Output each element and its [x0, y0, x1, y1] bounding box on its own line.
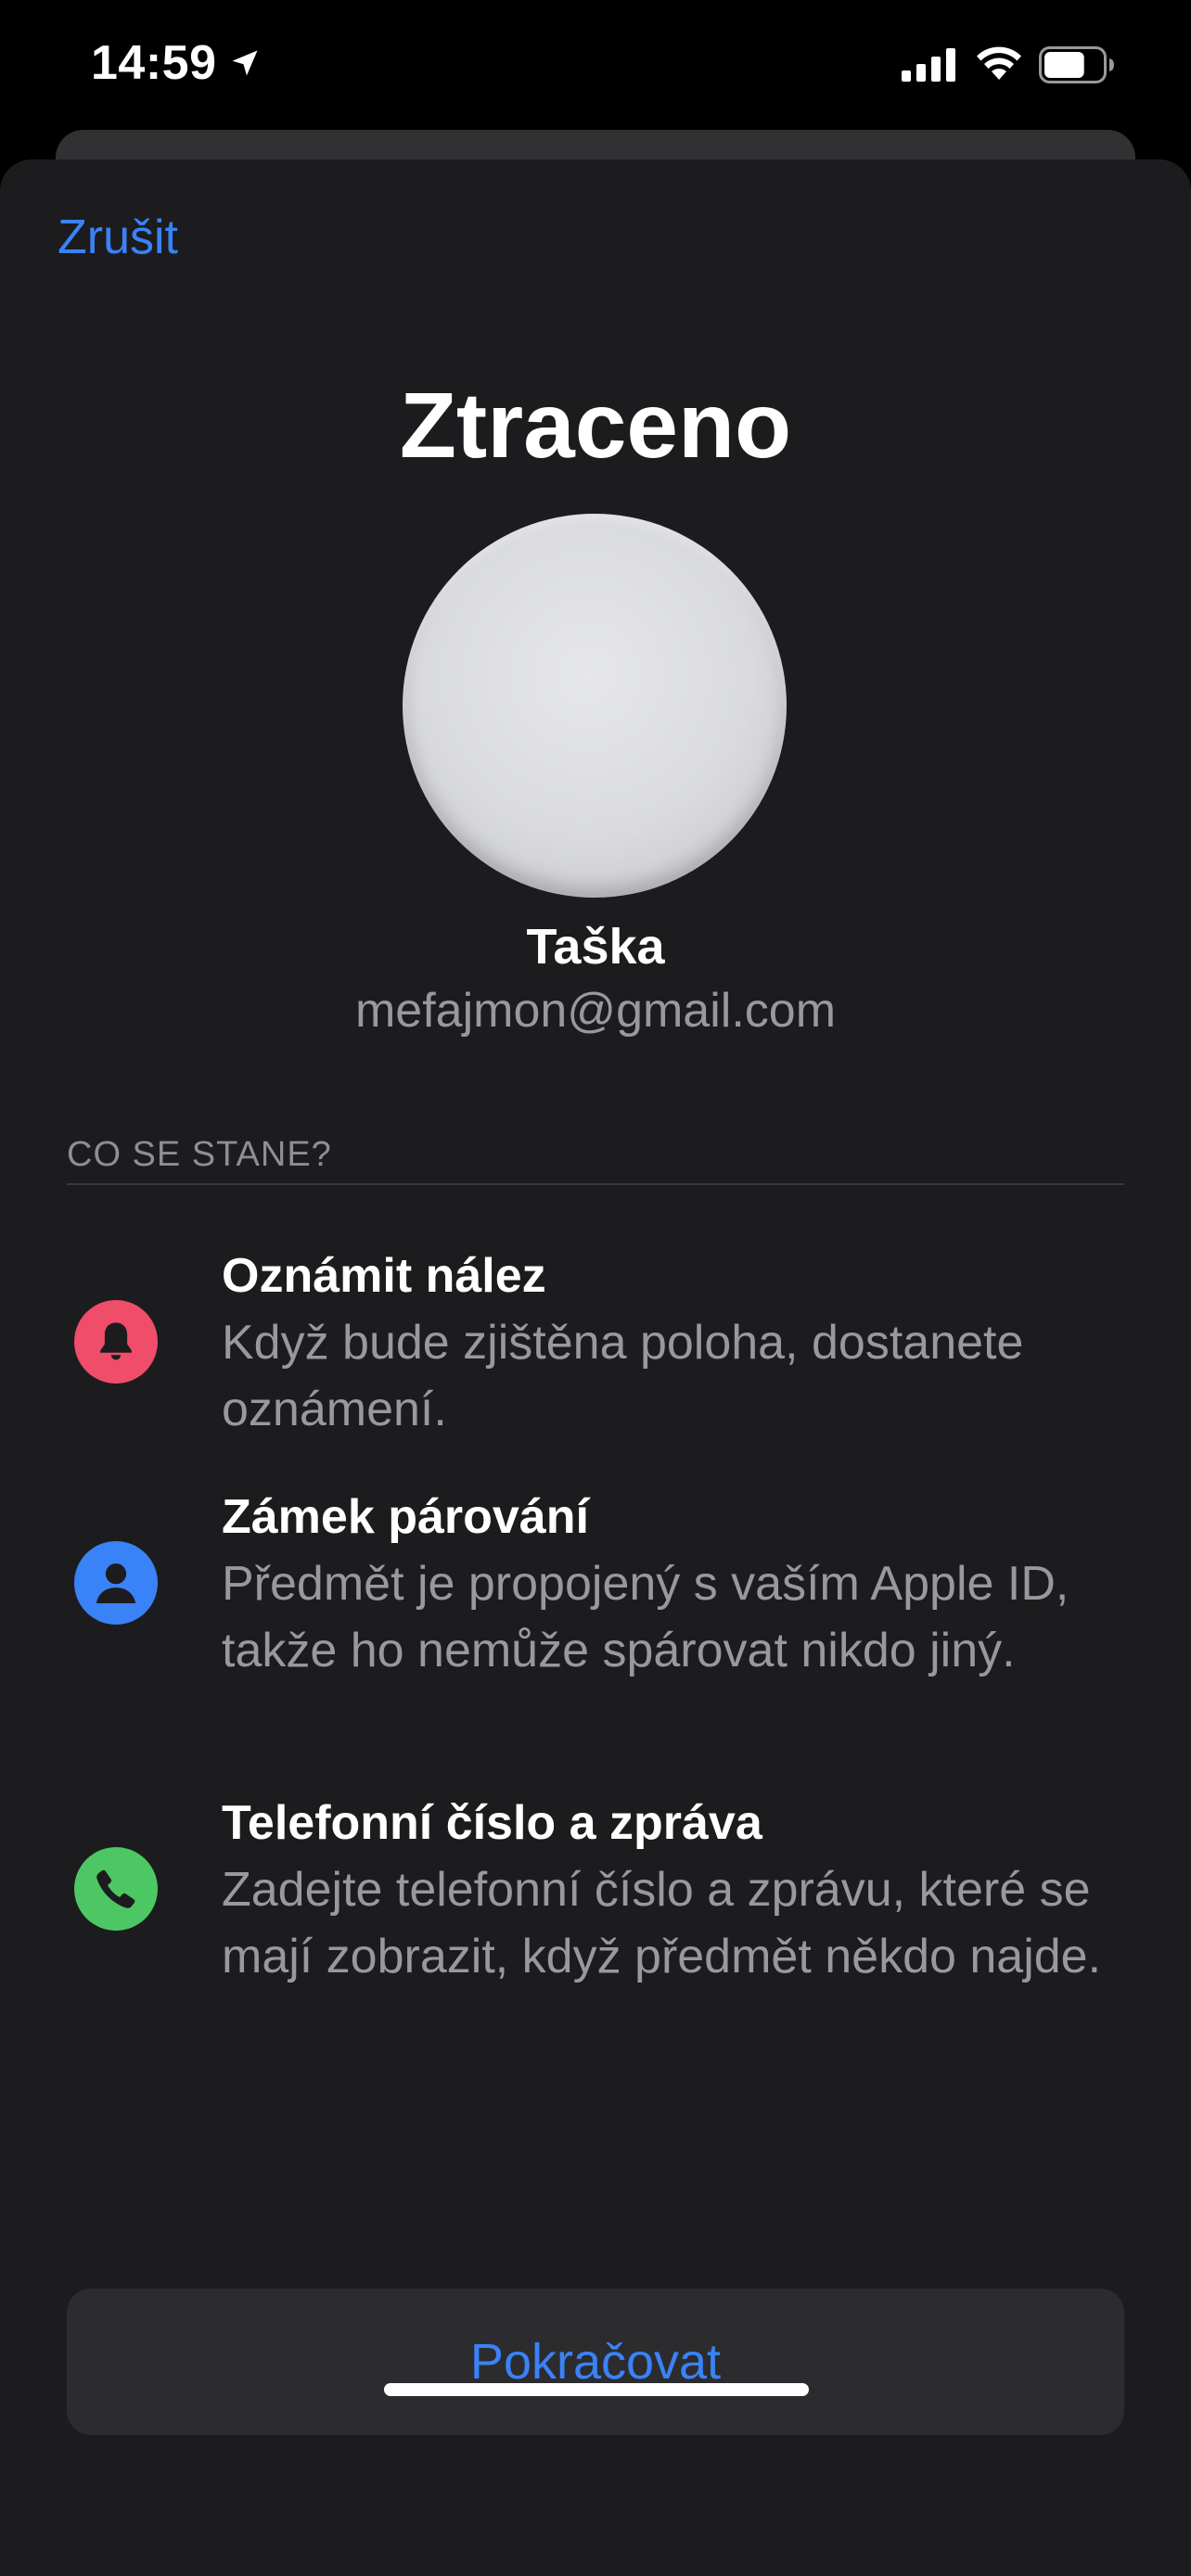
wifi-icon [977, 46, 1021, 80]
home-indicator [384, 2383, 809, 2396]
feature-icon-circle [74, 1847, 158, 1931]
feature-description: Zadejte telefonní číslo a zprávu, které … [222, 1863, 1102, 1983]
section-header: CO SE STANE? [67, 1135, 332, 1174]
cellular-signal-icon [902, 48, 955, 82]
status-bar: 14:59 [0, 0, 1191, 130]
item-name: Taška [526, 919, 665, 975]
page-title: Ztraceno [399, 374, 792, 478]
battery-icon [1039, 46, 1114, 83]
screen: 14:59 Zrušit Ztraceno Taška mefajmon@gma… [0, 0, 1191, 2576]
feature-title: Oznámit nález [222, 1249, 546, 1303]
airtag-image [403, 514, 787, 898]
continue-button[interactable]: Pokračovat [67, 2289, 1124, 2435]
status-time: 14:59 [91, 36, 217, 90]
feature-description: Předmět je propojený s vaším Apple ID, t… [222, 1557, 1069, 1677]
person-icon [96, 1563, 136, 1603]
feature-icon-circle [74, 1300, 158, 1384]
cancel-button[interactable]: Zrušit [58, 210, 178, 265]
bell-icon [100, 1322, 132, 1360]
item-email: mefajmon@gmail.com [354, 984, 837, 1038]
feature-title: Zámek párování [222, 1490, 589, 1544]
divider [67, 1183, 1124, 1185]
feature-title: Telefonní číslo a zpráva [222, 1796, 762, 1850]
lost-mode-sheet: Zrušit Ztraceno Taška mefajmon@gmail.com… [0, 159, 1191, 2576]
feature-icon-circle [74, 1541, 158, 1625]
feature-description: Když bude zjištěna poloha, dostanete ozn… [222, 1316, 1024, 1436]
location-arrow-icon [232, 50, 258, 76]
phone-icon [96, 1869, 135, 1908]
